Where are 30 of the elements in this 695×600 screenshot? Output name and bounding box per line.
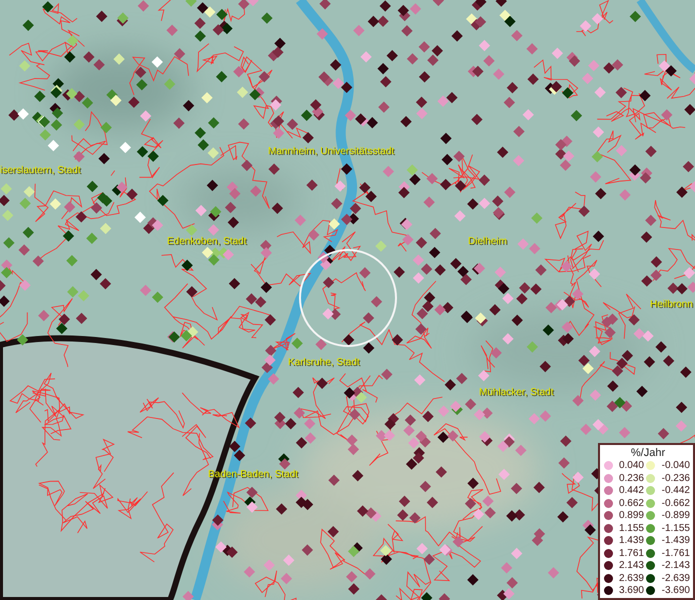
place-label: Heilbronn: [650, 299, 693, 310]
legend-label: -2.639: [660, 572, 690, 584]
legend-label: -1.155: [660, 522, 690, 534]
legend-label: -0.040: [660, 460, 690, 471]
legend-label: -3.690: [660, 585, 690, 596]
legend-label: -2.143: [660, 560, 690, 571]
legend-label: -1.439: [660, 535, 690, 546]
legend-label: 2.639: [618, 572, 644, 584]
legend-label: -0.236: [660, 472, 690, 484]
legend-label: 1.761: [618, 548, 644, 558]
legend-label: 2.143: [618, 560, 644, 571]
legend-title: %/Jahr: [630, 447, 666, 459]
place-label: Dielheim: [468, 236, 507, 247]
legend-label: 0.899: [618, 510, 644, 521]
place-label: Mannheim, Universitätsstadt: [268, 146, 394, 157]
legend-label: -1.761: [660, 548, 690, 558]
legend-label: 3.690: [618, 585, 644, 596]
legend-label: -0.662: [660, 498, 690, 508]
legend-label: 0.442: [618, 485, 644, 496]
legend-label: -0.442: [660, 485, 690, 496]
place-label: Edenkoben, Stadt: [167, 236, 247, 247]
legend-label: 0.040: [618, 460, 644, 471]
legend-label: -0.899: [660, 510, 690, 521]
legend-label: 1.155: [618, 522, 644, 534]
place-label: iserslautern, Stadt: [0, 165, 81, 176]
legend-label: 1.439: [618, 535, 644, 546]
place-label: Karlsruhe, Stadt: [288, 357, 360, 368]
place-label: Mühlacker, Stadt: [479, 387, 554, 398]
legend-label: 0.662: [618, 498, 644, 508]
legend-label: 0.236: [618, 472, 644, 484]
